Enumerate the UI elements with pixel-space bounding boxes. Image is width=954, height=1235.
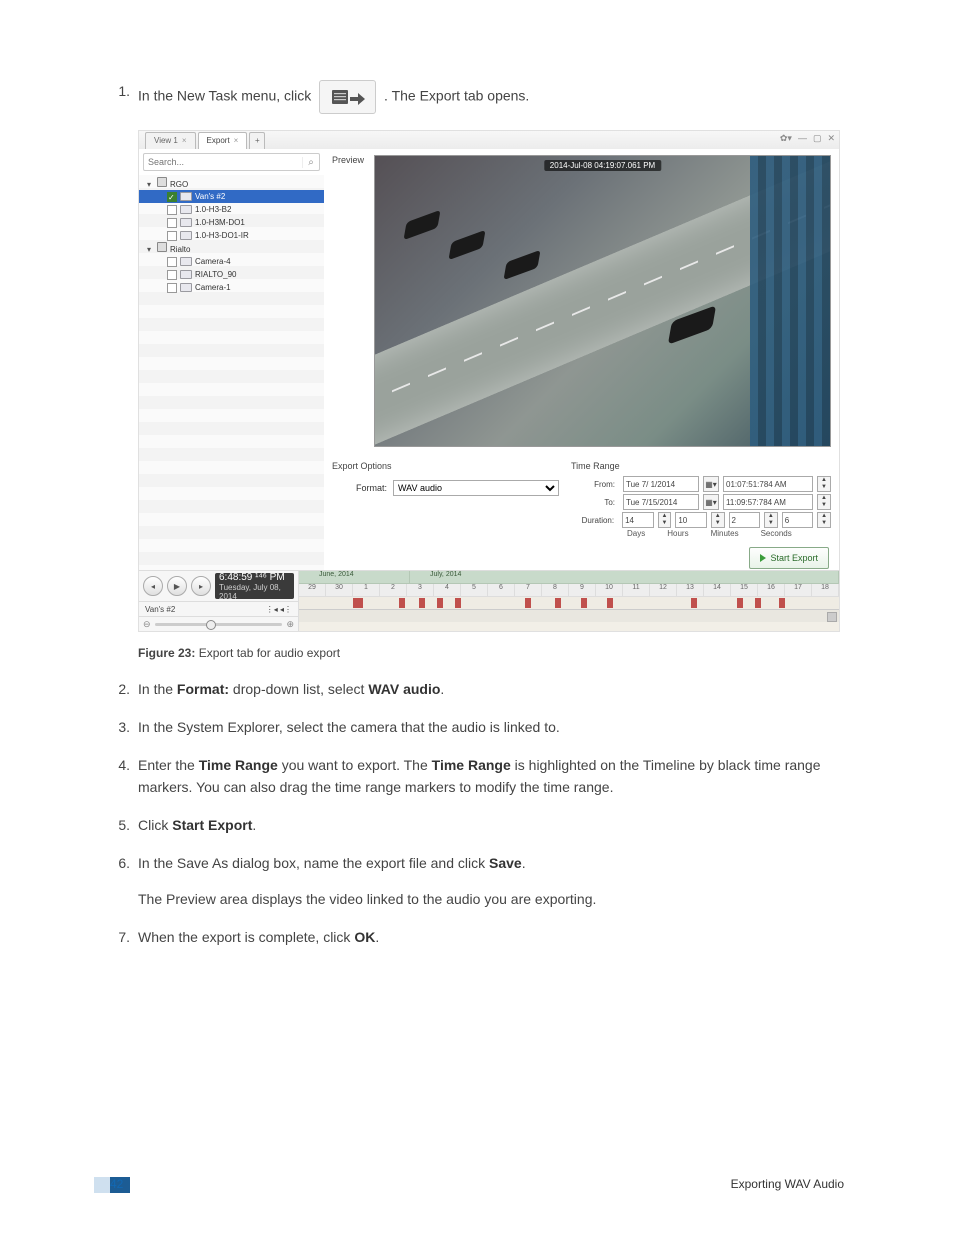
duration-seconds[interactable]: 6 (782, 512, 813, 528)
tree-item-selected[interactable]: Van's #2 (139, 190, 324, 203)
preview-timestamp: 2014-Jul-08 04:19:07.061 PM (544, 160, 661, 171)
spinner-icon[interactable]: ▲▼ (658, 512, 672, 528)
minimize-icon[interactable]: — (798, 133, 807, 144)
format-label: Format: (356, 483, 387, 493)
calendar-icon[interactable]: ▦▾ (703, 494, 719, 510)
timeline-days: 29 30 1 2 3 4 5 6 7 8 9 10 11 12 13 14 1 (299, 584, 839, 596)
tree-item[interactable]: 1.0-H3-B2 (139, 203, 324, 216)
tree-item[interactable]: 1.0-H3M-DO1 (139, 216, 324, 229)
step-back-button[interactable]: ◂ (143, 576, 163, 596)
tree-item[interactable]: RIALTO_90 (139, 268, 324, 281)
tab-add[interactable]: + (249, 132, 265, 149)
timeline-panel: ◂ ▶ ▸ 6:48:59 ¹⁴⁶ PM Tuesday, July 08, 2… (139, 570, 839, 631)
page-number: 42 (110, 1177, 123, 1191)
system-explorer: ⌕ ▾RGO Van's #2 1.0-H3-B2 1.0-H3M-DO1 1.… (139, 149, 325, 571)
gear-icon[interactable]: ✿▾ (780, 133, 792, 144)
from-label: From: (571, 480, 619, 489)
spinner-icon[interactable]: ▲▼ (817, 512, 831, 528)
start-export-button[interactable]: Start Export (749, 547, 829, 569)
play-button[interactable]: ▶ (167, 576, 187, 596)
spinner-icon[interactable]: ▲▼ (817, 476, 831, 492)
step-5: 5. Click Start Export. (110, 814, 844, 836)
page-footer: 42 Exporting WAV Audio (110, 1177, 844, 1191)
zoom-in-icon[interactable]: ⊕ (286, 619, 294, 630)
step-2: 2. In the Format: drop-down list, select… (110, 678, 844, 700)
search-icon[interactable]: ⌕ (302, 157, 319, 168)
close-icon[interactable]: ✕ (827, 133, 835, 144)
spinner-icon[interactable]: ▲▼ (817, 494, 831, 510)
duration-label: Duration: (571, 516, 618, 525)
camera-tree[interactable]: ▾RGO Van's #2 1.0-H3-B2 1.0-H3M-DO1 1.0-… (139, 175, 324, 571)
unit-hours: Hours (667, 529, 688, 538)
preview-label: Preview (332, 155, 364, 165)
tree-item[interactable]: 1.0-H3-DO1-IR (139, 229, 324, 242)
spinner-icon[interactable]: ▲▼ (711, 512, 725, 528)
calendar-icon[interactable]: ▦▾ (703, 476, 719, 492)
duration-days[interactable]: 14 (622, 512, 653, 528)
search-row: ⌕ (143, 153, 320, 171)
export-screenshot: View 1× Export× + ✿▾ — ▢ ✕ ⌕ ▾RGO Van's … (138, 130, 840, 632)
timeline[interactable]: June, 2014 July, 2014 29 30 1 2 3 4 5 6 … (299, 571, 839, 631)
from-date-input[interactable]: Tue 7/ 1/2014 (623, 476, 699, 492)
step-7: 7. When the export is complete, click OK… (110, 926, 844, 948)
search-input[interactable] (144, 157, 302, 167)
duration-hours[interactable]: 10 (675, 512, 706, 528)
to-date-input[interactable]: Tue 7/15/2014 (623, 494, 699, 510)
tree-item[interactable]: Camera-4 (139, 255, 324, 268)
step-6: 6. In the Save As dialog box, name the e… (110, 852, 844, 910)
duration-minutes[interactable]: 2 (729, 512, 760, 528)
zoom-out-icon[interactable]: ⊖ (143, 619, 151, 630)
figure-caption: Figure 23: Export tab for audio export (138, 646, 844, 660)
tree-item[interactable]: Camera-1 (139, 281, 324, 294)
to-time-input[interactable]: 11:09:57:784 AM (723, 494, 813, 510)
playhead-time: 6:48:59 ¹⁴⁶ PM Tuesday, July 08, 2014 (215, 573, 294, 599)
unit-seconds: Seconds (761, 529, 792, 538)
time-range-label: Time Range (571, 461, 831, 471)
tree-server-1[interactable]: ▾RGO (139, 177, 324, 190)
step-4: 4. Enter the Time Range you want to expo… (110, 754, 844, 798)
format-select[interactable]: WAV audio (393, 480, 559, 496)
export-task-icon (319, 80, 376, 114)
tab-view1[interactable]: View 1× (145, 132, 196, 149)
timeline-camera-label: Van's #2 (145, 605, 175, 614)
step-fwd-button[interactable]: ▸ (191, 576, 211, 596)
from-time-input[interactable]: 01:07:51:784 AM (723, 476, 813, 492)
tab-export[interactable]: Export× (198, 132, 248, 149)
step-1: 1. In the New Task menu, click . The Exp… (110, 80, 844, 114)
zoom-slider[interactable] (155, 623, 283, 626)
play-arrow-icon (760, 554, 766, 562)
tree-server-2[interactable]: ▾Rialto (139, 242, 324, 255)
export-options-label: Export Options (332, 461, 392, 471)
to-label: To: (571, 498, 619, 507)
preview-pane: 2014-Jul-08 04:19:07.061 PM (374, 155, 831, 447)
unit-minutes: Minutes (711, 529, 739, 538)
footer-title: Exporting WAV Audio (731, 1177, 844, 1191)
timeline-month: July, 2014 (410, 571, 839, 583)
unit-days: Days (627, 529, 645, 538)
maximize-icon[interactable]: ▢ (813, 133, 822, 144)
step-3: 3. In the System Explorer, select the ca… (110, 716, 844, 738)
spinner-icon[interactable]: ▲▼ (764, 512, 778, 528)
timeline-month: June, 2014 (299, 571, 410, 583)
export-main: Preview 2014-Jul-08 04:19:07.061 PM Expo… (324, 149, 839, 571)
app-tabbar: View 1× Export× + ✿▾ — ▢ ✕ (139, 131, 839, 150)
